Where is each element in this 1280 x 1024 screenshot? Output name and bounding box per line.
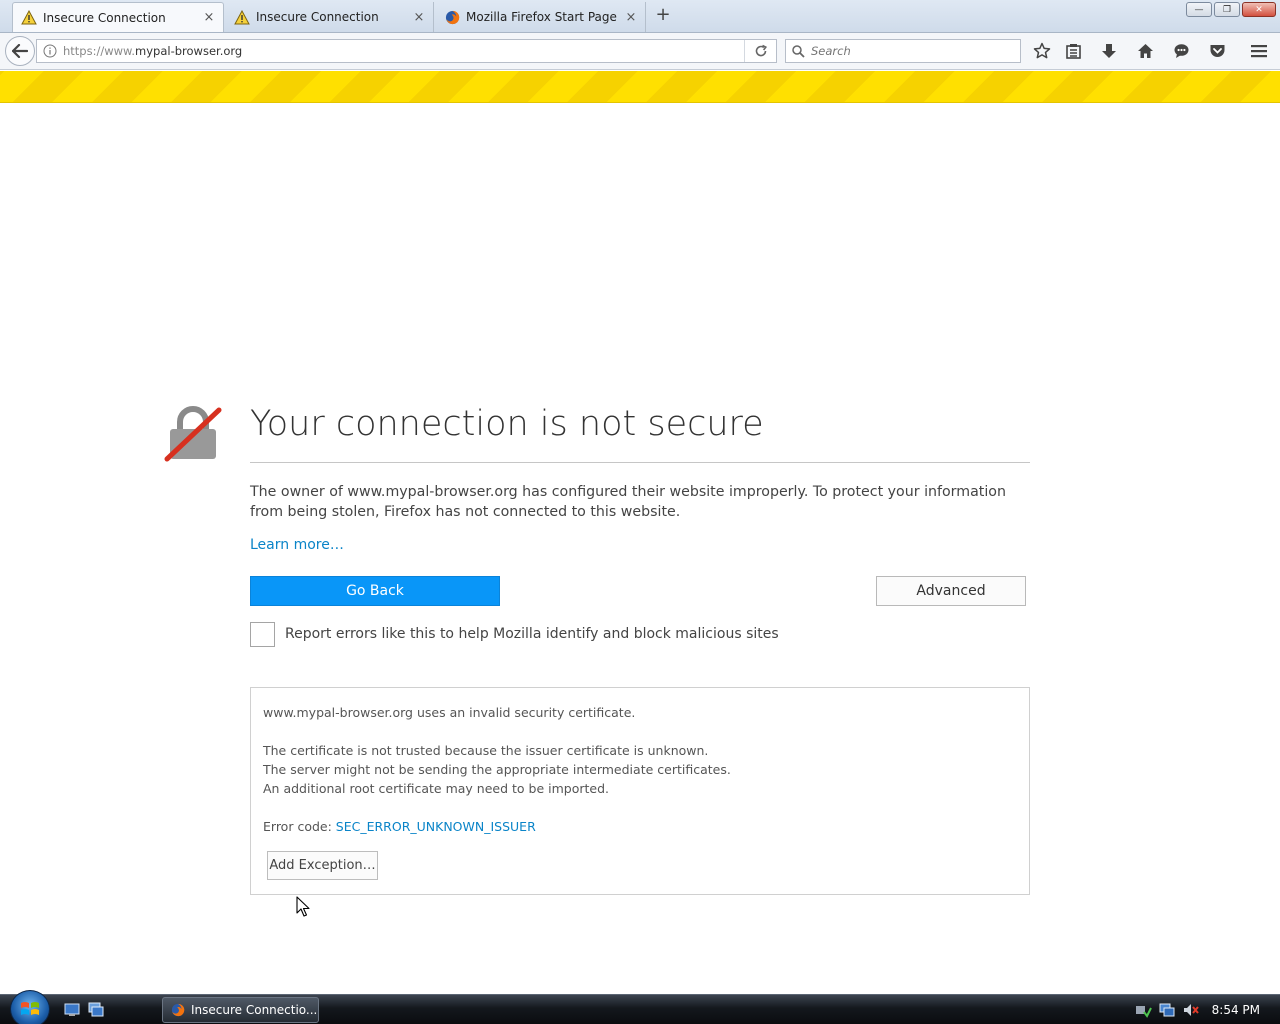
tab-label: Mozilla Firefox Start Page (466, 10, 617, 24)
go-back-button[interactable]: Go Back (250, 576, 500, 606)
restore-button[interactable]: ❐ (1214, 2, 1240, 17)
reload-button[interactable] (744, 40, 776, 62)
menu-icon[interactable] (1249, 41, 1269, 61)
back-arrow-icon (12, 44, 28, 58)
untrusted-issuer-text: The certificate is not trusted because t… (263, 743, 709, 758)
advanced-button[interactable]: Advanced (876, 576, 1026, 606)
url-text[interactable]: https://www.mypal-browser.org (63, 44, 744, 58)
error-code-label: Error code: (263, 819, 336, 834)
url-bar[interactable]: https://www.mypal-browser.org (36, 39, 777, 63)
tab-insecure-connection-2[interactable]: Insecure Connection × (226, 2, 434, 32)
page-title: Your connection is not secure (250, 404, 764, 444)
report-errors-label: Report errors like this to help Mozilla … (285, 626, 779, 642)
warning-icon (21, 10, 37, 26)
invalid-certificate-text: www.mypal-browser.org uses an invalid se… (263, 705, 636, 720)
url-domain: mypal-browser.org (135, 44, 243, 58)
search-input[interactable] (811, 44, 1011, 58)
info-icon[interactable] (37, 44, 63, 58)
switch-windows-icon[interactable] (88, 1002, 104, 1017)
intermediate-cert-text: The server might not be sending the appr… (263, 762, 731, 777)
error-code-line: Error code: SEC_ERROR_UNKNOWN_ISSUER (263, 819, 536, 834)
back-button[interactable] (5, 36, 35, 66)
browser-window: Insecure Connection × Insecure Connectio… (0, 0, 1280, 1024)
taskbar: Insecure Connectio... 8:54 PM (0, 990, 1280, 1024)
error-code-link[interactable]: SEC_ERROR_UNKNOWN_ISSUER (336, 819, 536, 834)
title-divider (250, 462, 1030, 463)
home-icon[interactable] (1135, 41, 1155, 61)
safely-remove-hardware-icon[interactable] (1134, 1002, 1152, 1018)
clock[interactable]: 8:54 PM (1212, 1003, 1260, 1017)
navigation-toolbar: https://www.mypal-browser.org (0, 33, 1280, 70)
report-errors-checkbox[interactable] (250, 622, 275, 647)
taskbar-item-firefox[interactable]: Insecure Connectio... (162, 997, 319, 1023)
star-icon[interactable] (1032, 41, 1052, 61)
learn-more-link[interactable]: Learn more… (250, 537, 344, 553)
insecure-warning-stripe (0, 71, 1280, 103)
tab-mozilla-firefox-start-page[interactable]: Mozilla Firefox Start Page × (436, 2, 646, 32)
tab-label: Insecure Connection (43, 10, 166, 25)
system-tray: 8:54 PM (1134, 995, 1280, 1024)
volume-muted-icon[interactable] (1182, 1002, 1200, 1018)
root-cert-text: An additional root certificate may need … (263, 781, 609, 796)
tab-insecure-connection-1[interactable]: Insecure Connection × (12, 2, 224, 32)
close-icon[interactable]: × (621, 10, 641, 25)
start-button[interactable] (10, 990, 50, 1024)
close-icon[interactable]: × (409, 10, 429, 25)
mouse-cursor-icon (296, 896, 310, 918)
search-icon (792, 44, 805, 58)
search-bar[interactable] (785, 39, 1021, 63)
network-icon[interactable] (1158, 1002, 1176, 1018)
firefox-icon (171, 1003, 185, 1017)
minimize-button[interactable]: — (1186, 2, 1212, 17)
tab-label: Insecure Connection (256, 10, 379, 24)
firefox-icon (444, 9, 460, 25)
tab-strip: Insecure Connection × Insecure Connectio… (0, 0, 1280, 33)
reload-icon (755, 44, 767, 57)
chat-icon[interactable] (1171, 41, 1191, 61)
reading-list-icon[interactable] (1063, 41, 1083, 61)
url-scheme: https://www. (63, 44, 136, 58)
taskbar-item-label: Insecure Connectio... (191, 1003, 318, 1017)
error-description: The owner of www.mypal-browser.org has c… (250, 484, 1006, 520)
close-icon[interactable]: × (199, 10, 219, 25)
advanced-details-panel: www.mypal-browser.org uses an invalid se… (250, 687, 1030, 895)
warning-icon (234, 9, 250, 25)
download-icon[interactable] (1099, 41, 1119, 61)
show-desktop-icon[interactable] (64, 1002, 80, 1017)
pocket-icon[interactable] (1207, 41, 1227, 61)
close-window-button[interactable]: ✕ (1242, 2, 1276, 17)
window-controls: — ❐ ✕ (1186, 2, 1276, 17)
add-exception-button[interactable]: Add Exception… (267, 851, 378, 880)
windows-logo-icon (21, 1002, 39, 1015)
new-tab-button[interactable]: + (652, 4, 674, 26)
broken-lock-icon (164, 404, 222, 462)
